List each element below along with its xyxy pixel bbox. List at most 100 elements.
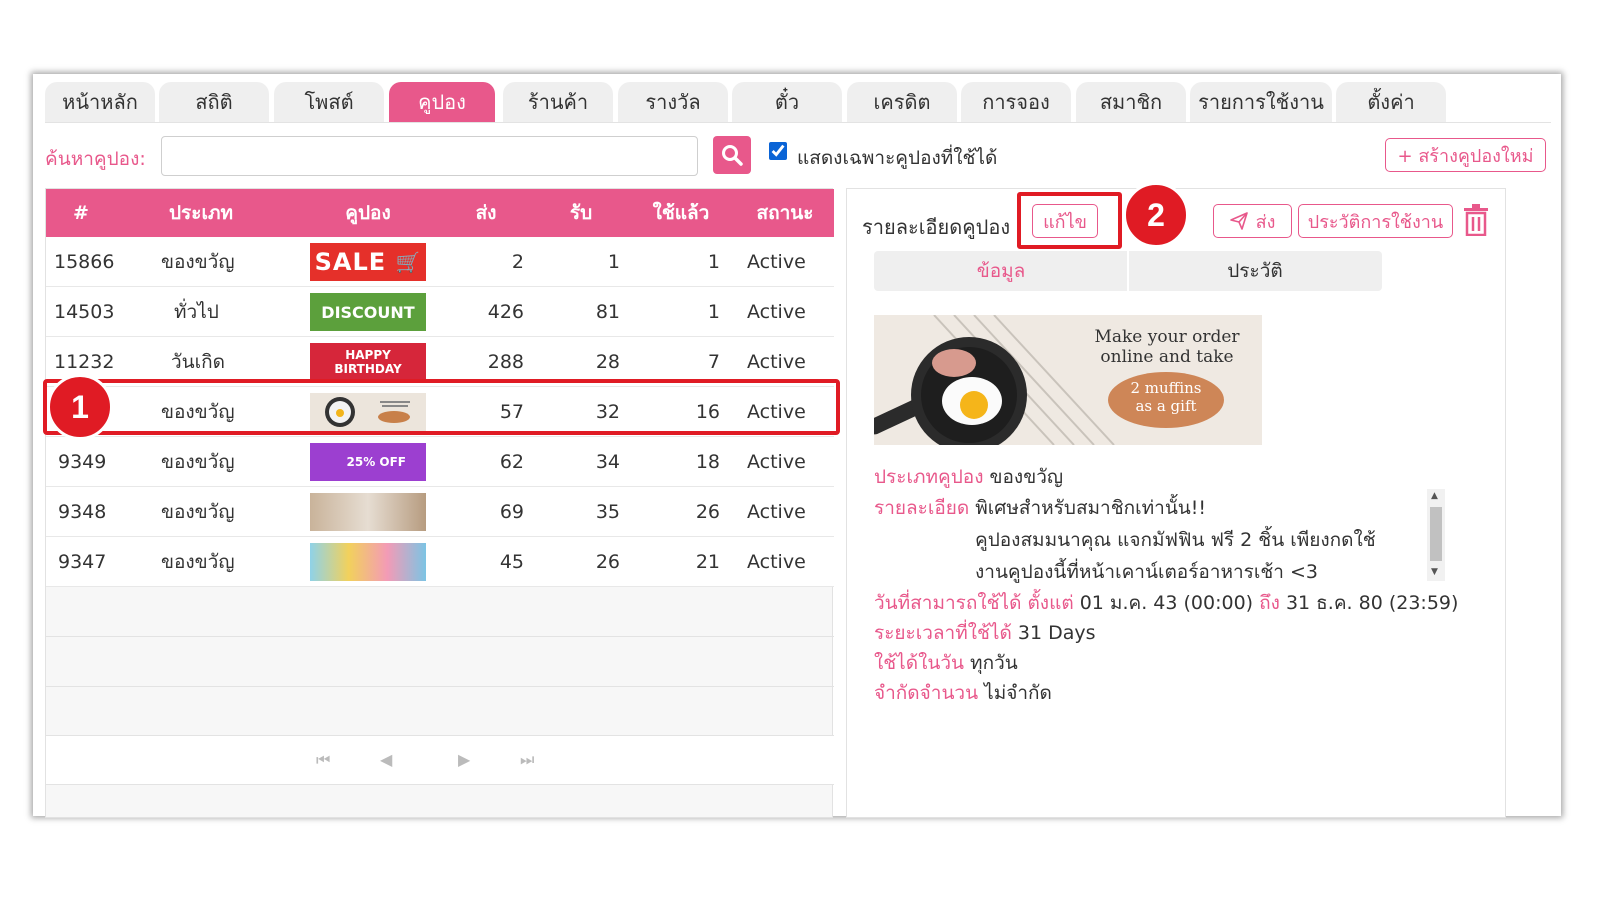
scroll-up-icon[interactable]: ▲ (1431, 491, 1438, 501)
tab-members[interactable]: สมาชิก (1076, 82, 1186, 122)
coupon-image-caption-3: 2 muffins (1130, 379, 1202, 397)
date-to-label: ถึง (1259, 592, 1280, 614)
detail-title: รายละเอียดคูปอง (862, 215, 1011, 239)
type-value: ของขวัญ (989, 466, 1064, 488)
desc-line-3: งานคูปองนี้ที่หน้าเคาน์เตอร์อาหารเช้า <3 (975, 561, 1318, 583)
search-input[interactable] (161, 136, 698, 176)
last-page-icon[interactable]: ⏭ (520, 750, 534, 770)
empty-row (46, 687, 834, 737)
cell-status: Active (747, 501, 806, 523)
active-only-label: แสดงเฉพาะคูปองที่ใช้ได้ (797, 147, 998, 169)
duration-label: ระยะเวลาที่ใช้ได้ (874, 622, 1012, 644)
cell-id: 15866 (54, 251, 115, 273)
coupon-image-caption-1: Make your order (1094, 327, 1240, 347)
empty-row (46, 637, 834, 687)
tab-booking[interactable]: การจอง (961, 82, 1071, 122)
first-page-icon[interactable]: ⏮ (316, 750, 330, 770)
col-used[interactable]: ใช้แล้ว (636, 189, 726, 237)
date-to: 31 ธ.ค. 80 (23:59) (1285, 592, 1459, 614)
coupon-image-caption-2: online and take (1100, 347, 1234, 367)
tab-tickets[interactable]: ตั๋ว (732, 82, 842, 122)
col-received[interactable]: รับ (546, 189, 616, 237)
info-type: ประเภทคูปอง ของขวัญ (874, 462, 1063, 492)
info-description: รายละเอียด พิเศษสำหรับสมาชิกเท่านั้น!! (874, 493, 1206, 523)
tab-usage[interactable]: รายการใช้งาน (1190, 82, 1332, 122)
desc-label: รายละเอียด (874, 497, 970, 519)
tab-coupons[interactable]: คูปอง (389, 82, 495, 122)
cell-id: 9349 (58, 451, 107, 473)
trash-icon[interactable] (1463, 204, 1489, 236)
cart-icon: 🛒 (395, 250, 422, 274)
col-coupon[interactable]: คูปอง (306, 189, 430, 237)
send-button-label: ส่ง (1255, 211, 1276, 233)
col-sent[interactable]: ส่ง (446, 189, 526, 237)
cell-received: 34 (595, 451, 620, 473)
coupon-detail-panel: รายละเอียดคูปอง แก้ไข 2 ส่ง ประวัติการใช… (846, 182, 1506, 818)
subtab-history[interactable]: ประวัติ (1128, 251, 1382, 291)
cell-status: Active (747, 251, 806, 273)
coupon-thumbnail: 25% OFF (310, 443, 426, 481)
desc-line-2: คูปองสมมนาคุณ แจกมัฟฟิน ฟรี 2 ชิ้น เพียง… (975, 529, 1376, 551)
description-scrollbar[interactable]: ▲ ▼ (1427, 489, 1445, 581)
table-row[interactable]: 9347 ของขวัญ 45 26 21 Active (46, 537, 834, 587)
date-from: 01 ม.ค. 43 (00:00) (1079, 592, 1254, 614)
table-row[interactable]: 9348 ของขวัญ 69 35 26 Active (46, 487, 834, 537)
cell-status: Active (747, 551, 806, 573)
app-window: หน้าหลัก สถิติ โพสต์ คูปอง ร้านค้า รางวั… (33, 74, 1561, 818)
thumbnail-text: 25% OFF (346, 455, 407, 469)
info-duration: ระยะเวลาที่ใช้ได้ 31 Days (874, 618, 1096, 648)
tab-posts[interactable]: โพสต์ (274, 82, 384, 122)
search-button[interactable] (713, 136, 751, 174)
duration-value: 31 Days (1017, 622, 1096, 644)
cell-sent: 69 (499, 501, 524, 523)
coupon-image-caption-4: as a gift (1135, 397, 1197, 415)
scroll-thumb[interactable] (1430, 507, 1442, 561)
active-only-checkbox[interactable] (769, 142, 787, 160)
info-limit: จำกัดจำนวน ไม่จำกัด (874, 678, 1052, 708)
table-row[interactable]: 14503 ทั่วไป DISCOUNT 426 81 1 Active (46, 287, 834, 337)
col-status[interactable]: สถานะ (736, 189, 834, 237)
coupon-thumbnail: SALE 🛒 (310, 243, 426, 281)
thumbnail-text: SALE (314, 248, 387, 276)
cell-status: Active (747, 451, 806, 473)
tab-rewards[interactable]: รางวัล (618, 82, 728, 122)
limit-label: จำกัดจำนวน (874, 682, 979, 704)
table-header: # ประเภท คูปอง ส่ง รับ ใช้แล้ว สถานะ (46, 189, 834, 237)
tab-home[interactable]: หน้าหลัก (45, 82, 155, 122)
cell-sent: 45 (499, 551, 524, 573)
step-marker-1: 1 (47, 374, 113, 440)
coupon-image: Make your order online and take 2 muffin… (874, 315, 1262, 445)
prev-page-icon[interactable]: ◀ (380, 750, 392, 769)
date-label: วันที่สามารถใช้ได้ (874, 592, 1022, 614)
edit-button[interactable]: แก้ไข (1032, 204, 1098, 238)
create-coupon-button[interactable]: + สร้างคูปองใหม่ (1385, 138, 1546, 172)
table-row[interactable]: 9349 ของขวัญ 25% OFF 62 34 18 Active (46, 437, 834, 487)
cell-sent: 2 (511, 251, 524, 273)
scroll-down-icon[interactable]: ▼ (1431, 567, 1438, 577)
step-marker-2: 2 (1123, 182, 1189, 248)
date-from-label: ตั้งแต่ (1027, 592, 1074, 614)
cell-received: 81 (595, 301, 620, 323)
subtab-info[interactable]: ข้อมูล (874, 251, 1128, 291)
cell-used: 18 (695, 451, 720, 473)
paper-plane-icon (1229, 212, 1248, 230)
col-type[interactable]: ประเภท (136, 189, 266, 237)
tab-settings[interactable]: ตั้งค่า (1336, 82, 1446, 122)
thumbnail-text: DISCOUNT (321, 302, 415, 322)
send-button[interactable]: ส่ง (1213, 204, 1292, 238)
table-row[interactable]: 15866 ของขวัญ SALE 🛒 2 1 1 Active (46, 237, 834, 287)
coupon-thumbnail (310, 543, 426, 581)
cell-used: 21 (695, 551, 720, 573)
usage-history-button[interactable]: ประวัติการใช้งาน (1298, 204, 1453, 238)
cell-id: 9348 (58, 501, 107, 523)
tab-credit[interactable]: เครดิต (847, 82, 957, 122)
search-label: ค้นหาคูปอง: (45, 148, 146, 170)
col-id[interactable]: # (46, 189, 116, 237)
days-value: ทุกวัน (970, 652, 1018, 674)
next-page-icon[interactable]: ▶ (458, 750, 470, 769)
cell-type: ของขวัญ (161, 251, 235, 273)
thumbnail-text: HAPPY BIRTHDAY (334, 348, 402, 376)
tab-shop[interactable]: ร้านค้า (503, 82, 613, 122)
tab-stats[interactable]: สถิติ (159, 82, 269, 122)
coupon-thumbnail: DISCOUNT (310, 293, 426, 331)
